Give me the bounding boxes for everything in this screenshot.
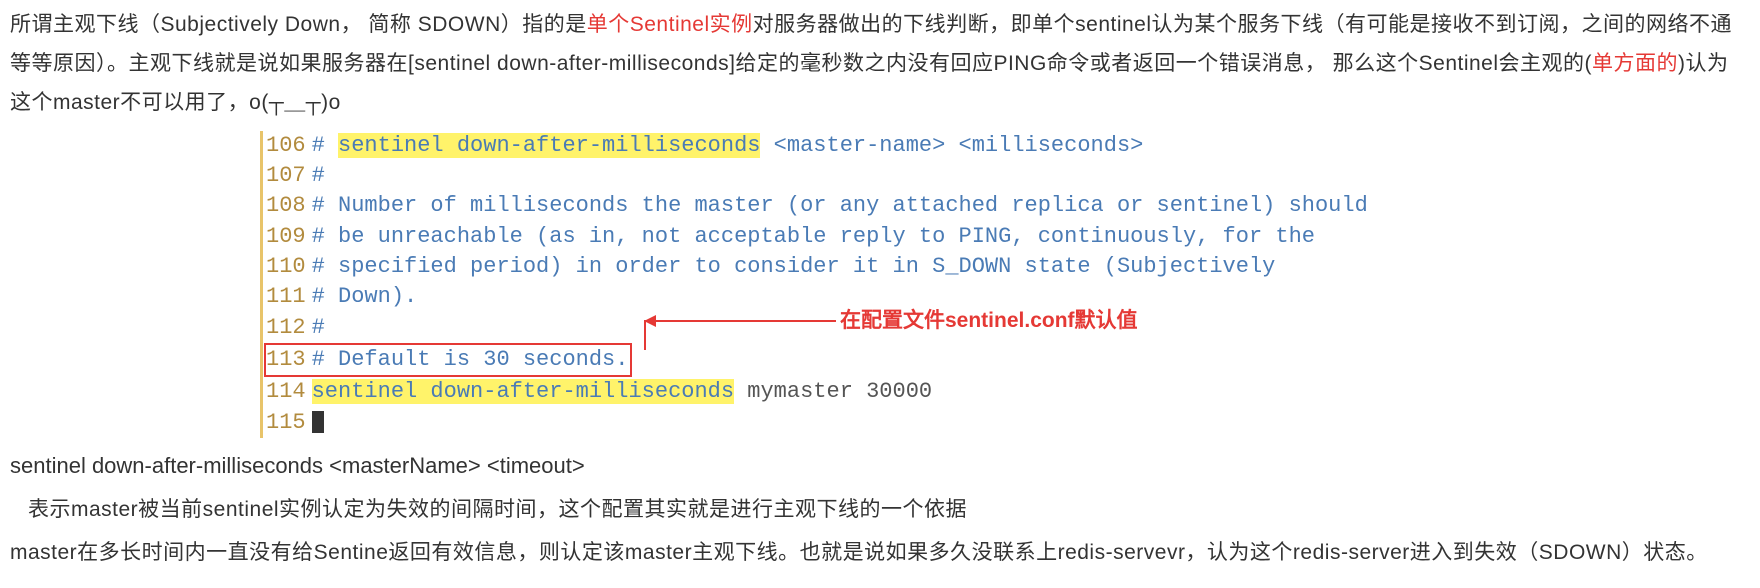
- para1-text1: 所谓主观下线（Subjectively Down， 简称 SDOWN）指的是: [10, 13, 587, 36]
- code-line-112: 112# 在配置文件sentinel.conf默认值: [266, 313, 1750, 343]
- comment-text: #: [312, 315, 325, 340]
- line-number: 111: [266, 282, 312, 312]
- code-line-106: 106# sentinel down-after-milliseconds <m…: [266, 131, 1750, 161]
- line-number: 113: [266, 345, 312, 375]
- line-number: 114: [266, 377, 312, 407]
- code-line-108: 108# Number of milliseconds the master (…: [266, 191, 1750, 221]
- comment-text: # Default is 30 seconds.: [312, 347, 629, 372]
- highlight-directive: sentinel down-after-milliseconds: [338, 133, 760, 158]
- syntax-line: sentinel down-after-milliseconds <master…: [10, 446, 1750, 487]
- line-number: 112: [266, 313, 312, 343]
- line-number: 115: [266, 408, 312, 438]
- annotation-text: 在配置文件sentinel.conf默认值: [840, 307, 1138, 336]
- code-line-107: 107#: [266, 161, 1750, 191]
- paragraph-3: master在多长时间内一直没有给Sentine返回有效信息，则认定该maste…: [10, 534, 1750, 573]
- code-line-114: 114sentinel down-after-milliseconds myma…: [266, 377, 1750, 407]
- line-number: 108: [266, 191, 312, 221]
- para1-red2: 单方面的: [1592, 52, 1678, 75]
- comment-text: #: [312, 163, 325, 188]
- paragraph-2: 表示master被当前sentinel实例认定为失效的间隔时间，这个配置其实就是…: [10, 491, 1750, 530]
- line-number: 109: [266, 222, 312, 252]
- cursor-icon: [312, 411, 324, 433]
- line-number: 106: [266, 131, 312, 161]
- comment-text: # Down).: [312, 284, 418, 309]
- code-line-110: 110# specified period) in order to consi…: [266, 252, 1750, 282]
- comment-text: # Number of milliseconds the master (or …: [312, 193, 1368, 218]
- config-value: mymaster 30000: [734, 379, 932, 404]
- arrow-line-icon: [646, 320, 836, 322]
- annotation-callout: 在配置文件sentinel.conf默认值: [646, 307, 1138, 336]
- highlight-directive: sentinel down-after-milliseconds: [312, 379, 734, 404]
- code-line-109: 109# be unreachable (as in, not acceptab…: [266, 222, 1750, 252]
- line-number: 110: [266, 252, 312, 282]
- comment-text: # be unreachable (as in, not acceptable …: [312, 224, 1315, 249]
- code-block: 106# sentinel down-after-milliseconds <m…: [260, 131, 1750, 439]
- para1-red1: 单个Sentinel实例: [587, 13, 753, 36]
- red-box: 113# Default is 30 seconds.: [264, 343, 632, 377]
- code-line-115: 115: [266, 408, 1750, 438]
- comment-prefix: #: [312, 133, 338, 158]
- comment-suffix: <master-name> <milliseconds>: [760, 133, 1143, 158]
- code-line-113: 113# Default is 30 seconds.: [266, 343, 1750, 377]
- line-number: 107: [266, 161, 312, 191]
- paragraph-1: 所谓主观下线（Subjectively Down， 简称 SDOWN）指的是单个…: [10, 6, 1750, 123]
- comment-text: # specified period) in order to consider…: [312, 254, 1276, 279]
